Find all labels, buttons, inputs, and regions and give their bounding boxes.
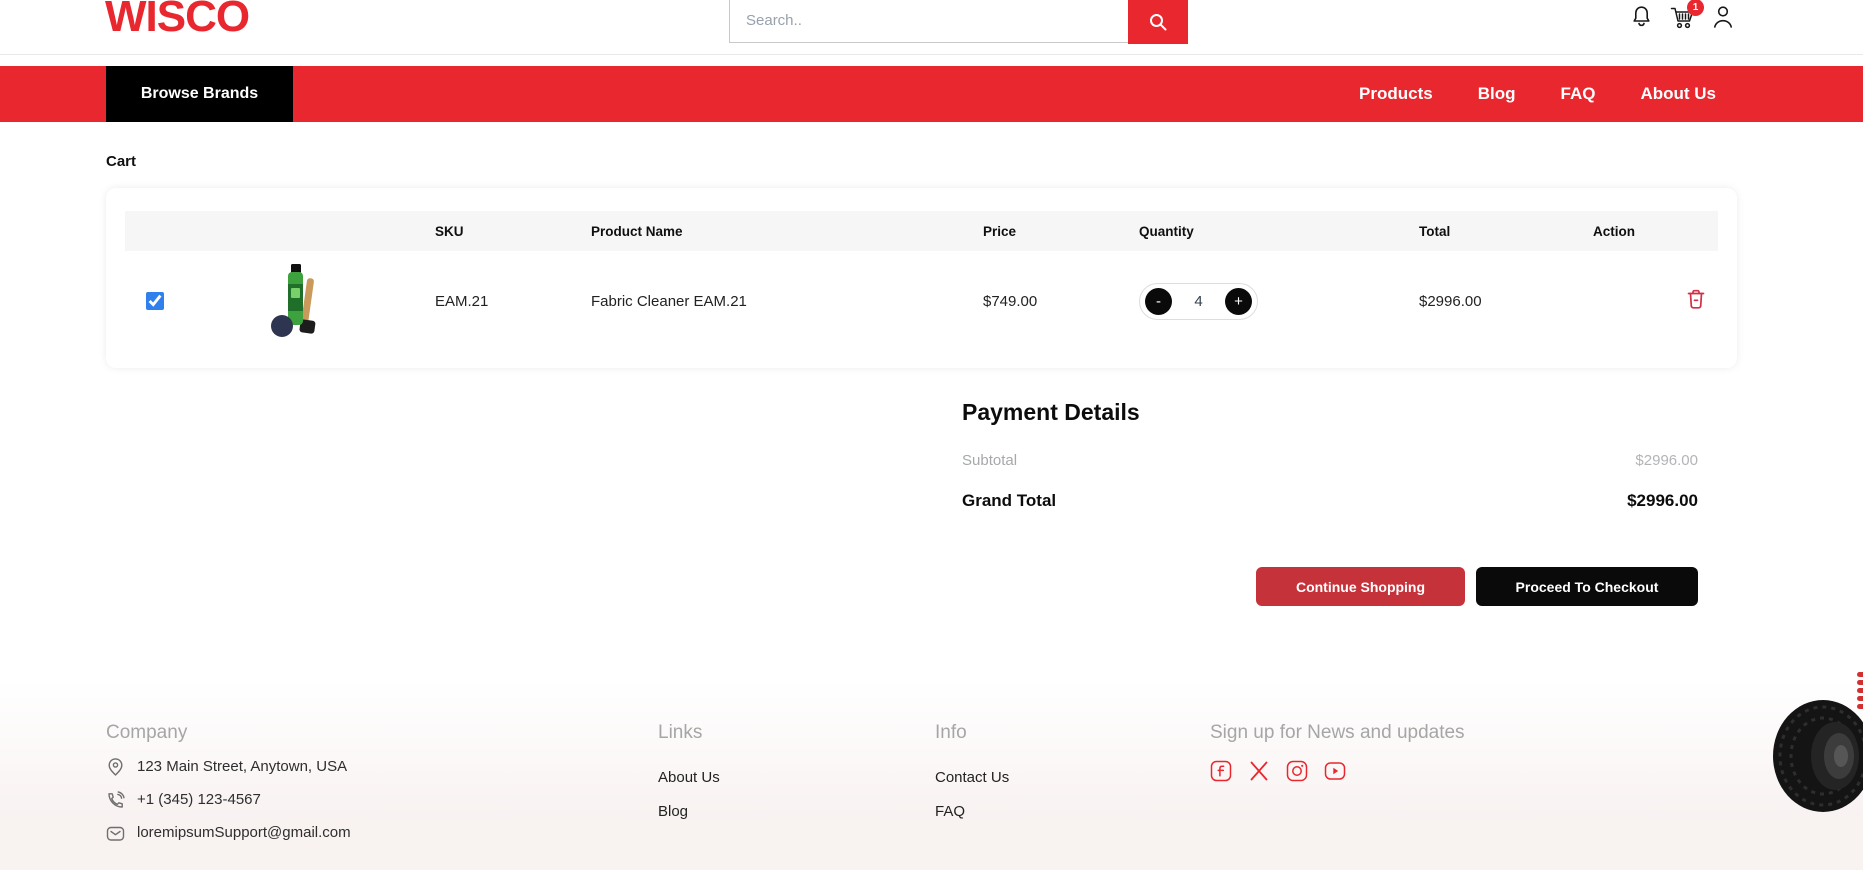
footer-newsletter-column: Sign up for News and updates <box>1210 722 1465 782</box>
header-cell-price: Price <box>983 224 1139 239</box>
cart-card: SKU Product Name Price Quantity Total Ac… <box>106 188 1737 368</box>
product-image <box>270 262 322 340</box>
subtotal-value: $2996.00 <box>1635 452 1698 469</box>
header-cell-quantity: Quantity <box>1139 224 1419 239</box>
quantity-decrease-button[interactable]: - <box>1145 288 1172 315</box>
grand-total-value: $2996.00 <box>1627 491 1698 511</box>
main-navbar: Browse Brands Products Blog FAQ About Us <box>0 66 1863 122</box>
payment-buttons: Continue Shopping Proceed To Checkout <box>962 567 1698 606</box>
nav-link-products[interactable]: Products <box>1359 84 1433 104</box>
footer-company-title: Company <box>106 722 351 744</box>
footer-company-column: Company 123 Main Street, Anytown, USA +1… <box>106 722 351 843</box>
item-price: $749.00 <box>983 293 1139 310</box>
quantity-stepper: - 4 + <box>1139 283 1258 320</box>
header: WISCO 1 <box>0 0 1863 55</box>
cart-item-row: EAM.21 Fabric Cleaner EAM.21 $749.00 - 4… <box>125 251 1718 351</box>
page: WISCO 1 <box>0 0 1863 870</box>
logo[interactable]: WISCO <box>105 0 249 42</box>
nav-link-faq[interactable]: FAQ <box>1561 84 1596 104</box>
nav-links: Products Blog FAQ About Us <box>1359 66 1716 122</box>
trash-icon <box>1686 288 1706 310</box>
grand-total-label: Grand Total <box>962 491 1056 511</box>
item-checkbox[interactable] <box>146 292 164 310</box>
browse-brands-button[interactable]: Browse Brands <box>106 66 293 122</box>
remove-item-button[interactable] <box>1686 288 1706 310</box>
social-icons-row <box>1210 760 1465 782</box>
footer-email: loremipsumSupport@gmail.com <box>137 823 351 843</box>
item-total: $2996.00 <box>1419 293 1593 310</box>
facebook-icon <box>1210 760 1232 782</box>
footer-address-row: 123 Main Street, Anytown, USA <box>106 757 351 777</box>
phone-icon <box>106 791 125 810</box>
payment-details-section: Payment Details Subtotal $2996.00 Grand … <box>962 398 1698 606</box>
header-cell-total: Total <box>1419 224 1593 239</box>
footer-phone-row: +1 (345) 123-4567 <box>106 790 351 810</box>
footer-phone: +1 (345) 123-4567 <box>137 790 261 810</box>
instagram-button[interactable] <box>1286 760 1308 782</box>
facebook-button[interactable] <box>1210 760 1232 782</box>
search-button[interactable] <box>1128 0 1188 44</box>
footer-link-faq[interactable]: FAQ <box>935 802 1009 822</box>
location-pin-icon <box>106 757 125 777</box>
quantity-value: 4 <box>1194 293 1202 310</box>
subtotal-label: Subtotal <box>962 452 1017 469</box>
cart-table-header: SKU Product Name Price Quantity Total Ac… <box>125 211 1718 251</box>
header-cell-sku: SKU <box>435 224 591 239</box>
footer-links-column: Links About Us Blog <box>658 722 720 822</box>
cart-button[interactable]: 1 <box>1670 6 1696 30</box>
search-bar <box>729 0 1188 43</box>
cart-section-title: Cart <box>106 153 136 170</box>
tire-suspension-image <box>1771 670 1863 820</box>
footer: Company 123 Main Street, Anytown, USA +1… <box>0 680 1863 870</box>
search-icon <box>1148 12 1168 32</box>
footer-link-blog[interactable]: Blog <box>658 802 720 822</box>
continue-shopping-button[interactable]: Continue Shopping <box>1256 567 1465 606</box>
nav-link-blog[interactable]: Blog <box>1478 84 1516 104</box>
item-name: Fabric Cleaner EAM.21 <box>591 293 983 310</box>
footer-link-contact-us[interactable]: Contact Us <box>935 768 1009 788</box>
footer-newsletter-title: Sign up for News and updates <box>1210 722 1465 744</box>
footer-email-row: loremipsumSupport@gmail.com <box>106 823 351 843</box>
user-icon <box>1712 4 1734 29</box>
youtube-icon <box>1324 760 1346 782</box>
notifications-button[interactable] <box>1630 4 1653 29</box>
grand-total-row: Grand Total $2996.00 <box>962 491 1698 511</box>
x-icon <box>1248 760 1270 782</box>
footer-links-title: Links <box>658 722 720 744</box>
cart-badge: 1 <box>1687 0 1704 16</box>
header-cell-action: Action <box>1593 224 1718 239</box>
quantity-increase-button[interactable]: + <box>1225 288 1252 315</box>
account-button[interactable] <box>1712 4 1734 29</box>
search-input[interactable] <box>729 0 1128 43</box>
footer-info-column: Info Contact Us FAQ <box>935 722 1009 822</box>
youtube-button[interactable] <box>1324 760 1346 782</box>
email-icon <box>106 824 125 843</box>
bell-icon <box>1630 4 1653 29</box>
item-sku: EAM.21 <box>435 293 591 310</box>
footer-address: 123 Main Street, Anytown, USA <box>137 757 347 777</box>
footer-link-about-us[interactable]: About Us <box>658 768 720 788</box>
instagram-icon <box>1286 760 1308 782</box>
proceed-to-checkout-button[interactable]: Proceed To Checkout <box>1476 567 1698 606</box>
header-cell-product-name: Product Name <box>591 224 983 239</box>
footer-info-title: Info <box>935 722 1009 744</box>
subtotal-row: Subtotal $2996.00 <box>962 452 1698 469</box>
payment-details-title: Payment Details <box>962 398 1698 426</box>
nav-link-about-us[interactable]: About Us <box>1640 84 1716 104</box>
x-button[interactable] <box>1248 760 1270 782</box>
